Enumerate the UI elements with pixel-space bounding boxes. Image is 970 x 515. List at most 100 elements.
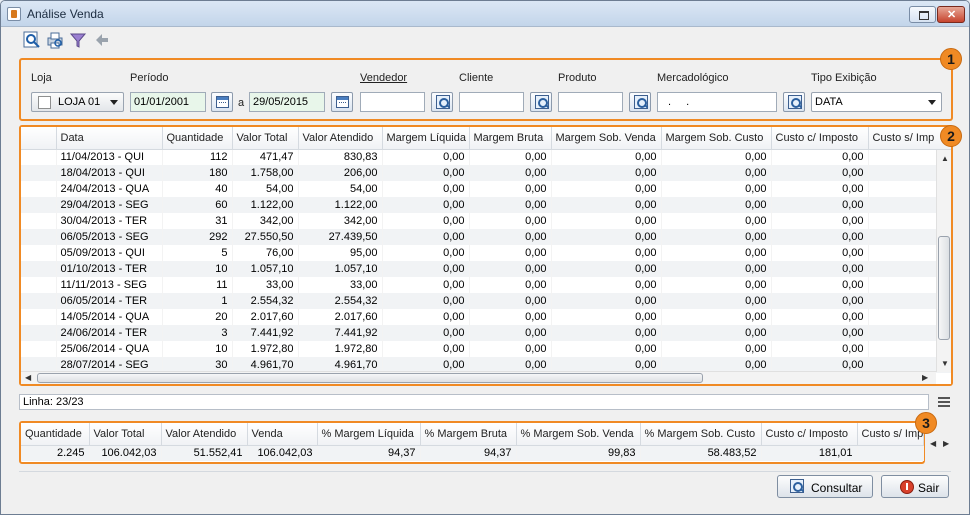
table-cell: 0,00	[382, 325, 470, 341]
produto-search-button[interactable]	[629, 92, 651, 112]
row-indicator[interactable]	[21, 229, 57, 245]
chevron-down-icon	[928, 100, 936, 105]
menu-icon[interactable]	[938, 397, 950, 407]
table-cell: 0,00	[771, 149, 869, 165]
table-row[interactable]: 14/05/2014 - QUA 20 2.017,60 2.017,60 0,00 0,…	[21, 309, 951, 325]
scroll-up-icon[interactable]: ▲	[941, 154, 949, 163]
col-header[interactable]: Custo c/ Imposto	[771, 127, 869, 150]
row-indicator[interactable]	[21, 293, 57, 309]
row-indicator[interactable]	[21, 245, 57, 261]
table-row[interactable]: 05/09/2013 - QUI 5 76,00 95,00 0,00 0,00 0,00 0…	[21, 245, 951, 261]
table-row[interactable]: 06/05/2013 - SEG 292 27.550,50 27.439,50 0,0…	[21, 229, 951, 245]
scroll-down-icon[interactable]: ▼	[941, 359, 949, 368]
sair-button[interactable]: Sair	[881, 475, 949, 498]
table-cell: 1.122,00	[232, 197, 299, 213]
back-arrow-icon[interactable]	[93, 31, 111, 49]
filter-panel: Loja LOJA 01 Período 01/01/2001 a 29/05/…	[19, 58, 953, 121]
table-cell: 0,00	[661, 277, 772, 293]
totals-col-header: Valor Atendido	[161, 423, 248, 446]
table-row[interactable]: 11/04/2013 - QUI 112 471,47 830,83 0,00 0,00 0…	[21, 149, 951, 165]
periodo-from-field[interactable]: 01/01/2001	[130, 92, 206, 112]
mercadologico-search-button[interactable]	[783, 92, 805, 112]
table-row[interactable]: 30/04/2013 - TER 31 342,00 342,00 0,00 0,00 0,…	[21, 213, 951, 229]
totals-col-header: % Margem Líquida	[317, 423, 421, 446]
vendedor-label[interactable]: Vendedor	[360, 72, 407, 84]
row-indicator[interactable]	[21, 213, 57, 229]
search-icon	[634, 95, 648, 109]
search-icon[interactable]	[23, 31, 41, 49]
scroll-right-icon[interactable]: ▶	[922, 373, 928, 382]
produto-field[interactable]	[558, 92, 623, 112]
table-cell: 1.057,10	[298, 261, 383, 277]
totals-col-header: % Margem Sob. Custo	[640, 423, 762, 446]
row-indicator[interactable]	[21, 149, 57, 165]
table-cell: 54,00	[232, 181, 299, 197]
col-header[interactable]: Custo s/ Imp	[868, 127, 951, 150]
loja-select[interactable]: LOJA 01	[31, 92, 124, 112]
table-cell: 0,00	[469, 325, 552, 341]
periodo-to-calendar-button[interactable]	[331, 92, 353, 112]
totals-scroll-right-icon[interactable]: ▶	[943, 439, 949, 448]
table-cell: 0,00	[771, 213, 869, 229]
table-cell: 0,00	[551, 197, 662, 213]
row-indicator[interactable]	[21, 277, 57, 293]
analise-venda-window: Análise Venda Loja LOJA 01 Período 01/01…	[0, 0, 970, 515]
totals-panel: Quantidade Valor Total Valor Atendido Ve…	[19, 421, 925, 464]
row-indicator[interactable]	[21, 309, 57, 325]
print-icon[interactable]	[46, 31, 64, 49]
col-header[interactable]: Valor Total	[232, 127, 299, 150]
col-header[interactable]: Valor Atendido	[298, 127, 383, 150]
totals-scroll-left-icon[interactable]: ◀	[930, 439, 936, 448]
col-header[interactable]: Data	[56, 127, 163, 150]
maximize-button[interactable]	[909, 6, 936, 23]
table-cell: 0,00	[469, 165, 552, 181]
grid-horizontal-scrollbar[interactable]: ◀ ▶	[21, 371, 936, 384]
table-row[interactable]: 01/10/2013 - TER 10 1.057,10 1.057,10 0,00 0,…	[21, 261, 951, 277]
row-indicator[interactable]	[21, 261, 57, 277]
col-header[interactable]: Margem Sob. Venda	[551, 127, 662, 150]
cliente-search-button[interactable]	[530, 92, 552, 112]
results-grid: Data Quantidade Valor Total Valor Atendi…	[21, 127, 951, 384]
col-header[interactable]: Quantidade	[162, 127, 233, 150]
horizontal-scroll-thumb[interactable]	[37, 373, 703, 383]
row-indicator[interactable]	[21, 197, 57, 213]
table-cell: 0,00	[469, 149, 552, 165]
table-cell: 0,00	[771, 293, 869, 309]
table-row[interactable]: 25/06/2014 - QUA 10 1.972,80 1.972,80 0,00 0,…	[21, 341, 951, 357]
col-header[interactable]: Margem Bruta	[469, 127, 552, 150]
mercadologico-field[interactable]: . .	[657, 92, 777, 112]
row-indicator[interactable]	[21, 181, 57, 197]
tipo-exibicao-select[interactable]: DATA	[811, 92, 942, 112]
scroll-left-icon[interactable]: ◀	[25, 373, 31, 382]
row-indicator[interactable]	[21, 325, 57, 341]
table-row[interactable]: 24/04/2013 - QUA 40 54,00 54,00 0,00 0,00 0,00…	[21, 181, 951, 197]
table-cell: 0,00	[551, 229, 662, 245]
table-row[interactable]: 11/11/2013 - SEG 11 33,00 33,00 0,00 0,00 0,00…	[21, 277, 951, 293]
table-row[interactable]: 06/05/2014 - TER 1 2.554,32 2.554,32 0,00 0,0…	[21, 293, 951, 309]
table-row[interactable]: 18/04/2013 - QUI 180 1.758,00 206,00 0,00 0,0…	[21, 165, 951, 181]
vendedor-field[interactable]	[360, 92, 425, 112]
periodo-to-field[interactable]: 29/05/2015	[249, 92, 325, 112]
grid-vertical-scrollbar[interactable]: ▲ ▼	[936, 150, 951, 372]
table-cell: 0,00	[382, 245, 470, 261]
table-cell: 0,00	[551, 213, 662, 229]
col-header[interactable]: Margem Sob. Custo	[661, 127, 772, 150]
consultar-button[interactable]: Consultar	[777, 475, 873, 498]
periodo-from-calendar-button[interactable]	[211, 92, 233, 112]
col-header[interactable]: Margem Líquida	[382, 127, 470, 150]
table-cell: 33,00	[232, 277, 299, 293]
cliente-field[interactable]	[459, 92, 524, 112]
table-cell: 112	[162, 149, 233, 165]
table-cell: 20	[162, 309, 233, 325]
row-indicator[interactable]	[21, 165, 57, 181]
table-row[interactable]: 24/06/2014 - TER 3 7.441,92 7.441,92 0,00 0,0…	[21, 325, 951, 341]
table-row[interactable]: 29/04/2013 - SEG 60 1.122,00 1.122,00 0,00 0,…	[21, 197, 951, 213]
vertical-scroll-thumb[interactable]	[938, 236, 950, 340]
table-cell: 0,00	[382, 229, 470, 245]
close-button[interactable]	[937, 6, 965, 23]
table-cell: 0,00	[551, 245, 662, 261]
vendedor-search-button[interactable]	[431, 92, 453, 112]
loja-checkbox[interactable]	[38, 96, 51, 109]
row-indicator[interactable]	[21, 341, 57, 357]
filter-icon[interactable]	[69, 31, 87, 49]
